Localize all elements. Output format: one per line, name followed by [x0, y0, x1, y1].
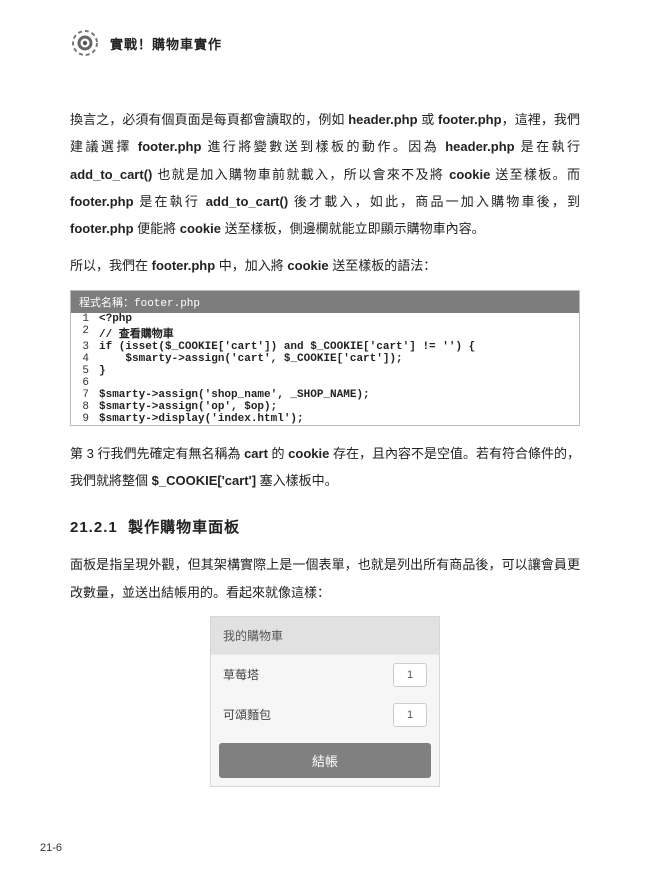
body-content: 換言之，必須有個頁面是每頁都會讀取的，例如 header.php 或 foote… — [70, 106, 580, 787]
cart-panel-screenshot: 我的購物車 草莓塔 1 可頌麵包 1 結帳 — [210, 616, 440, 787]
paragraph-2: 所以，我們在 footer.php 中，加入將 cookie 送至樣板的語法： — [70, 252, 580, 279]
code-line: 1<?php — [71, 313, 579, 325]
cart-item-name: 草莓塔 — [223, 666, 259, 683]
code-line: 5} — [71, 365, 579, 377]
paragraph-4: 面板是指呈現外觀，但其架構實際上是一個表單，也就是列出所有商品後，可以讓會員更改… — [70, 551, 580, 606]
cart-item-row: 草莓塔 1 — [211, 654, 439, 695]
page: 實戰！購物車實作 換言之，必須有個頁面是每頁都會讀取的，例如 header.ph… — [0, 0, 650, 878]
cart-qty-input[interactable]: 1 — [393, 663, 427, 687]
code-block: 程式名稱：footer.php 1<?php2// 查看購物車3if (isse… — [70, 290, 580, 426]
section-heading: 21.2.1 製作購物車面板 — [70, 516, 580, 537]
checkout-button[interactable]: 結帳 — [219, 743, 431, 778]
cart-qty-input[interactable]: 1 — [393, 703, 427, 727]
code-line: 7$smarty->assign('shop_name', _SHOP_NAME… — [71, 389, 579, 401]
cart-title: 我的購物車 — [211, 617, 439, 654]
code-lines: 1<?php2// 查看購物車3if (isset($_COOKIE['cart… — [71, 313, 579, 425]
code-title: 程式名稱：footer.php — [71, 291, 579, 313]
code-line: 9$smarty->display('index.html'); — [71, 413, 579, 425]
code-line: 6 — [71, 377, 579, 389]
cart-item-name: 可頌麵包 — [223, 706, 271, 723]
page-number: 21-6 — [40, 842, 62, 854]
code-line: 8$smarty->assign('op', $op); — [71, 401, 579, 413]
checkout-wrap: 結帳 — [219, 743, 431, 778]
page-header: 實戰！購物車實作 — [70, 28, 580, 58]
code-line: 3if (isset($_COOKIE['cart']) and $_COOKI… — [71, 341, 579, 353]
code-line: 2// 查看購物車 — [71, 325, 579, 341]
paragraph-3: 第 3 行我們先確定有無名稱為 cart 的 cookie 存在，且內容不是空值… — [70, 440, 580, 495]
chapter-title: 實戰！購物車實作 — [110, 34, 222, 53]
cart-item-row: 可頌麵包 1 — [211, 695, 439, 735]
chapter-logo-icon — [70, 28, 100, 58]
code-line: 4 $smarty->assign('cart', $_COOKIE['cart… — [71, 353, 579, 365]
paragraph-1: 換言之，必須有個頁面是每頁都會讀取的，例如 header.php 或 foote… — [70, 106, 580, 242]
